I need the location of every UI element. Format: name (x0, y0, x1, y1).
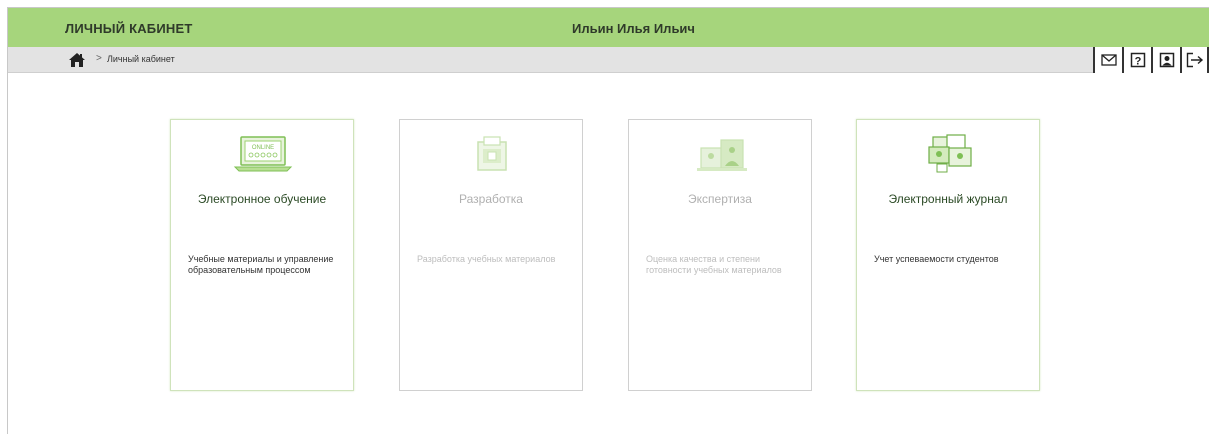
help-glyph: ? (1134, 56, 1141, 68)
logout-icon (1186, 52, 1203, 68)
logout-button[interactable] (1180, 47, 1209, 73)
breadcrumb-separator: > (96, 53, 102, 64)
tile-title: Разработка (459, 192, 523, 206)
profile-icon (1159, 52, 1174, 68)
top-header: ЛИЧНЫЙ КАБИНЕТ Ильин Илья Ильич (8, 8, 1209, 47)
tile-expertise: Экспертиза Оценка качества и степени гот… (628, 119, 812, 391)
tile-description: Оценка качества и степени готовности уче… (646, 254, 782, 275)
tile-development: Разработка Разработка учебных материалов (399, 119, 583, 391)
tile-e-journal[interactable]: Электронный журнал Учет успеваемости сту… (856, 119, 1040, 391)
help-button[interactable]: ? (1122, 47, 1151, 73)
online-laptop-icon: ONLINE (233, 136, 293, 172)
tile-description: Учет успеваемости студентов (874, 254, 999, 264)
development-icon (477, 136, 507, 171)
tile-title: Электронный журнал (888, 192, 1008, 206)
tile-e-learning[interactable]: ONLINE Электронное обучение Учебные мате… (170, 119, 354, 391)
home-icon[interactable] (68, 52, 86, 68)
envelope-icon (1100, 54, 1117, 66)
expertise-icon (697, 139, 747, 171)
toolbar: ? (1093, 47, 1209, 73)
mail-button[interactable] (1093, 47, 1122, 73)
user-name: Ильин Илья Ильич (572, 21, 695, 36)
breadcrumb-current: Личный кабинет (107, 54, 175, 64)
tile-description: Разработка учебных материалов (417, 254, 556, 264)
tile-description: Учебные материалы и управление образоват… (188, 254, 334, 275)
help-icon: ? (1130, 52, 1145, 68)
journal-screens-icon (928, 134, 972, 173)
tile-title: Экспертиза (688, 192, 752, 206)
profile-button[interactable] (1151, 47, 1180, 73)
tile-title: Электронное обучение (197, 192, 327, 206)
online-label: ONLINE (252, 145, 274, 151)
breadcrumb-bar: > Личный кабинет ? (8, 47, 1209, 73)
